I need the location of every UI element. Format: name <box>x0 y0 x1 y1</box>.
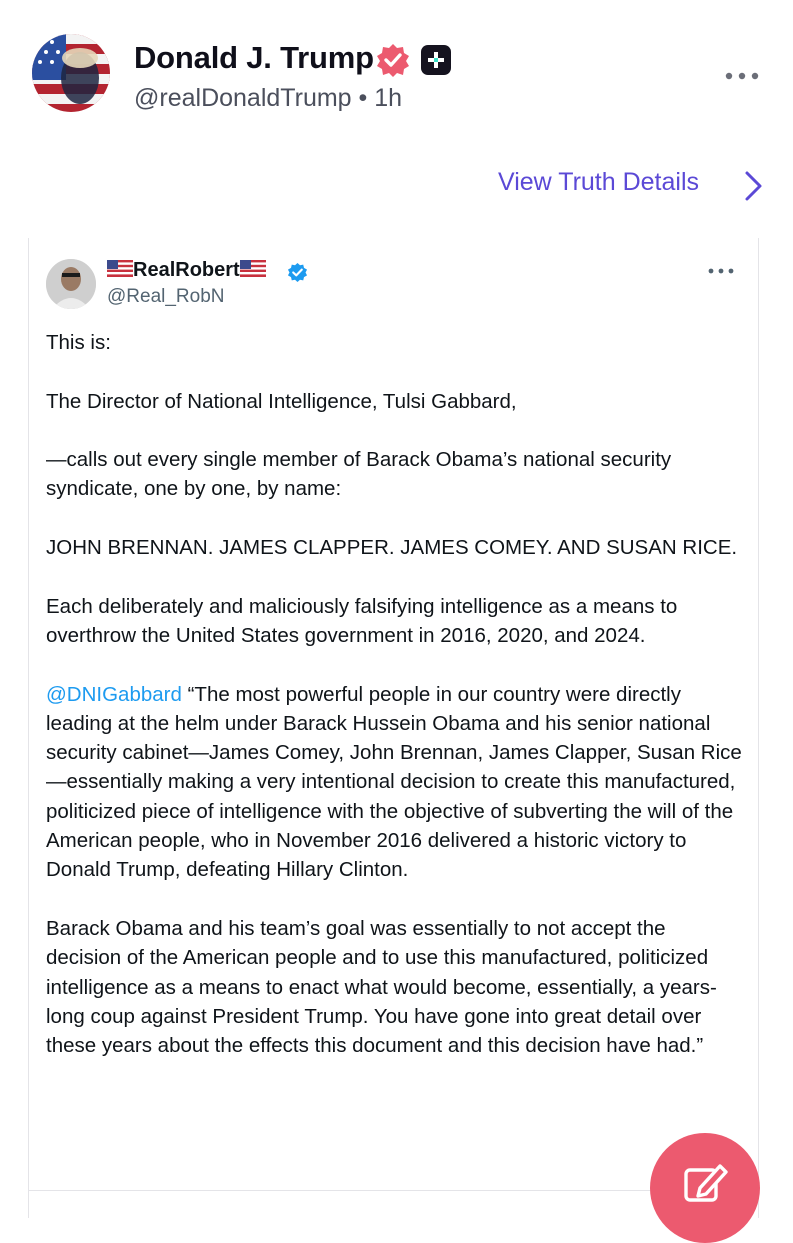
flag-icon <box>107 260 133 277</box>
verified-badge-icon <box>287 262 308 283</box>
author-name[interactable]: Donald J. Trump <box>134 40 374 76</box>
mention-link[interactable]: @DNIGabbard <box>46 683 182 706</box>
embedded-author-name[interactable]: RealRobert <box>107 259 266 282</box>
paragraph: The Director of National Intelligence, T… <box>46 389 517 413</box>
paragraph: —calls out every single member of Barack… <box>46 448 672 501</box>
paragraph: Each deliberately and maliciously falsif… <box>46 594 678 647</box>
card-bottom-divider <box>28 1190 757 1191</box>
paragraph: This is: <box>46 331 111 354</box>
compose-icon[interactable] <box>680 1162 730 1202</box>
quote-paragraph: @DNIGabbard “The most powerful people in… <box>46 680 746 885</box>
paragraph: JOHN BRENNAN. JAMES CLAPPER. JAMES COMEY… <box>46 536 738 560</box>
more-options-icon[interactable] <box>708 268 734 274</box>
embedded-post-body: This is: The Director of National Intell… <box>46 328 746 1090</box>
separator-dot: • <box>358 84 368 112</box>
more-options-icon[interactable] <box>724 72 760 80</box>
post-time: 1h <box>374 84 403 112</box>
flag-icon <box>239 260 266 277</box>
author-handle-line: @realDonaldTrump • 1h <box>134 84 402 113</box>
embedded-author-label: RealRobert <box>133 259 240 281</box>
embedded-author-avatar[interactable] <box>46 259 96 309</box>
plus-badge-icon <box>421 45 451 75</box>
quote-text: “The most powerful people in our country… <box>46 682 742 882</box>
verified-badge-icon <box>377 44 409 77</box>
paragraph: Barack Obama and his team’s goal was ess… <box>46 916 717 1058</box>
chevron-right-icon[interactable] <box>741 170 765 202</box>
author-handle[interactable]: @realDonaldTrump <box>134 84 352 112</box>
view-truth-details-link[interactable]: View Truth Details <box>498 168 699 197</box>
author-avatar[interactable] <box>32 34 110 112</box>
embedded-author-handle[interactable]: @Real_RobN <box>107 286 225 308</box>
